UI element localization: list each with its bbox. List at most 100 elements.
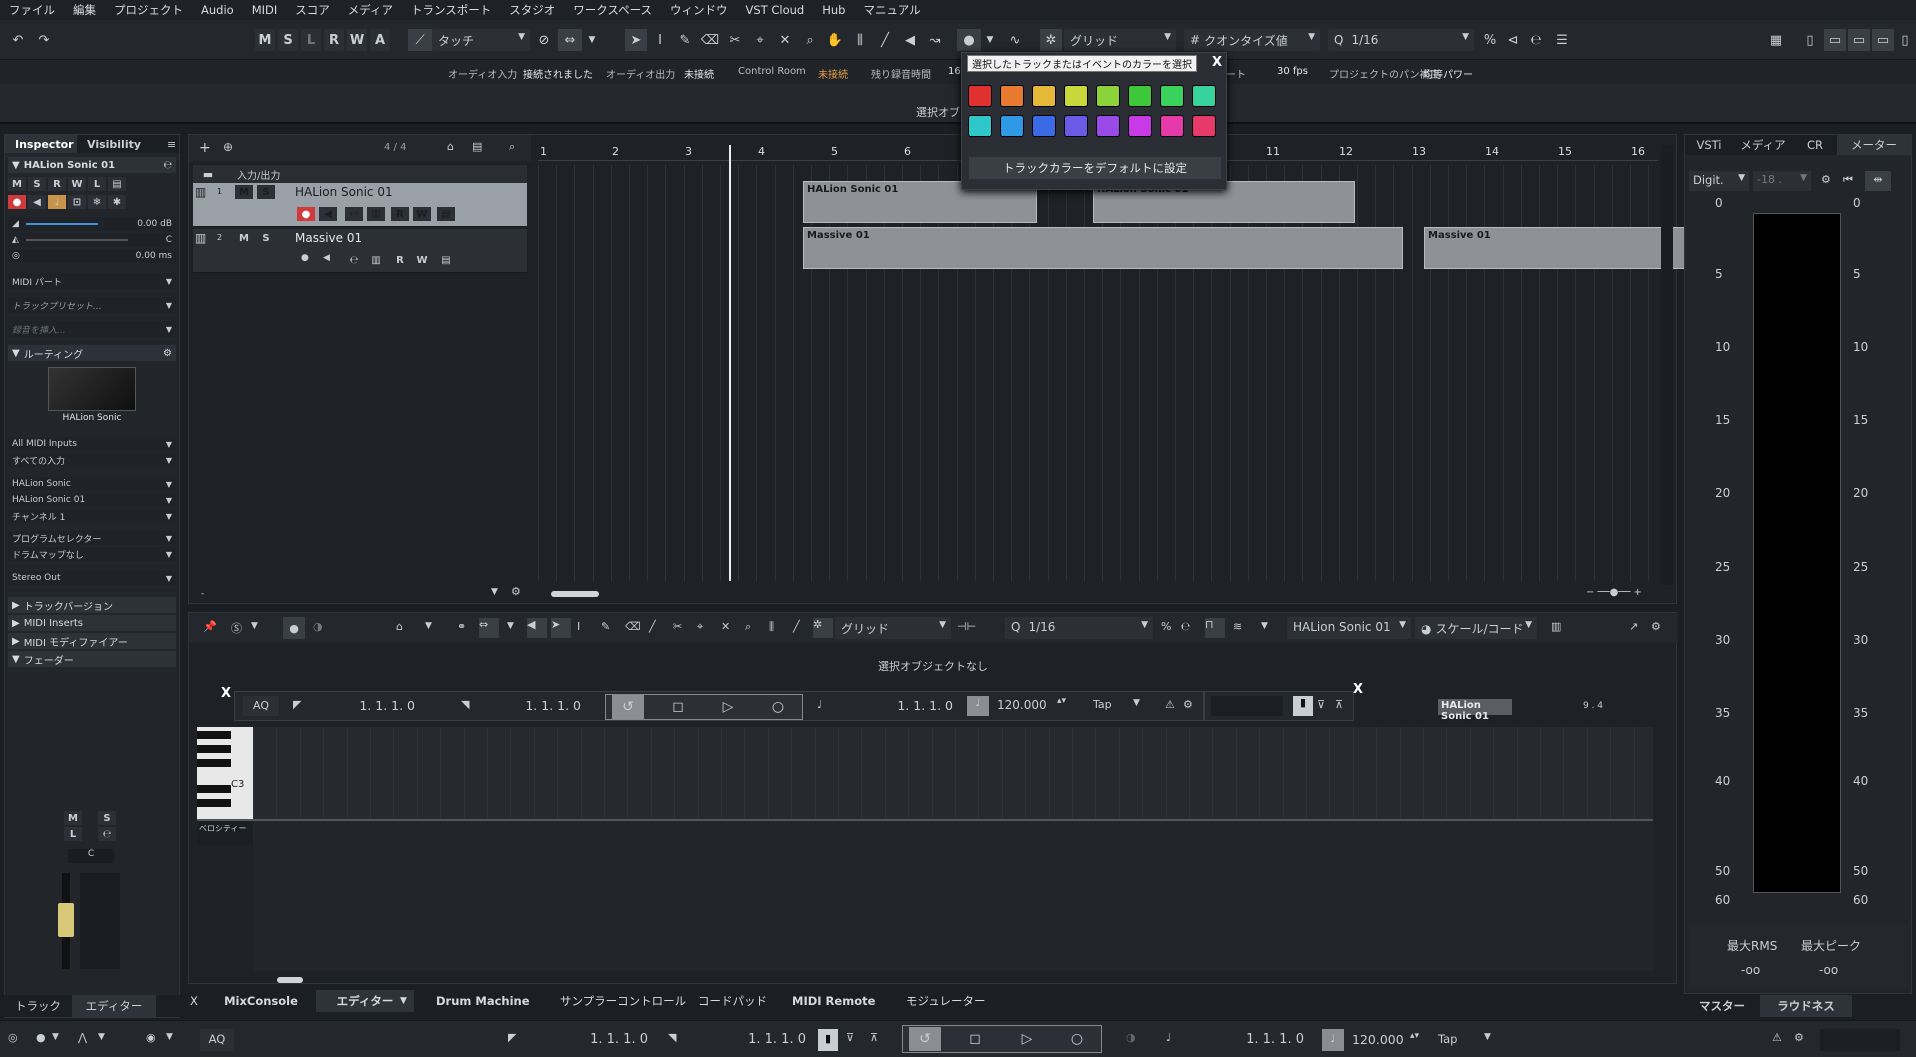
section-track-versions[interactable]: ▶ トラックバージョン bbox=[8, 597, 176, 613]
color-palette-icon[interactable]: ● bbox=[957, 29, 981, 51]
tab-track[interactable]: トラック bbox=[4, 995, 72, 1017]
inspector-solo-button[interactable]: S bbox=[28, 177, 46, 191]
tab-mixconsole[interactable]: MixConsole bbox=[210, 990, 312, 1012]
close-lower-zone-button[interactable]: X bbox=[190, 990, 204, 1012]
pin-icon[interactable]: 📌 bbox=[203, 620, 217, 633]
track-visibility-icon[interactable]: ⌂ bbox=[447, 140, 454, 153]
automation-mode-icon[interactable]: ⟋ bbox=[408, 29, 432, 51]
tab-inspector[interactable]: Inspector bbox=[5, 135, 77, 153]
audio-rec-arrow[interactable]: ▼ bbox=[98, 1032, 105, 1042]
tap-tempo-button[interactable]: Tap bbox=[1093, 698, 1112, 711]
quantize-type-dropdown[interactable]: # クオンタイズ値 ▼ bbox=[1184, 29, 1320, 51]
auto-quantize-icon[interactable]: ℮ bbox=[1181, 620, 1190, 633]
black-key[interactable] bbox=[197, 745, 231, 753]
right-locator-icon[interactable]: ◥ bbox=[668, 1031, 676, 1044]
solo-editor-arrow[interactable]: ▼ bbox=[251, 621, 258, 631]
playhead[interactable] bbox=[729, 145, 731, 581]
color-swatch[interactable] bbox=[1064, 115, 1088, 137]
performance-icon[interactable]: ◎ bbox=[8, 1031, 18, 1044]
punch-lock-icon[interactable]: ▮ bbox=[818, 1029, 838, 1051]
track-keyboard-icon[interactable]: ▥ bbox=[367, 207, 385, 221]
menu-item[interactable]: トランスポート bbox=[402, 2, 500, 18]
snap-icon[interactable]: ✲ bbox=[1040, 29, 1062, 51]
midi-input-dropdown[interactable]: All MIDI Inputs ▼ bbox=[8, 437, 176, 451]
fader-mute-button[interactable]: M bbox=[64, 811, 82, 825]
scissors-icon[interactable]: ✂ bbox=[673, 620, 682, 633]
routing-section-header[interactable]: ▼ ルーティング ⚙ bbox=[8, 345, 176, 361]
color-swatch[interactable] bbox=[1128, 115, 1152, 137]
record-time-value[interactable]: 16 bbox=[948, 66, 961, 77]
color-swatch[interactable] bbox=[1032, 115, 1056, 137]
fader-track[interactable] bbox=[58, 873, 74, 969]
menu-item[interactable]: スコア bbox=[286, 2, 339, 18]
program-selector-dropdown[interactable]: プログラムセレクター ▼ bbox=[8, 531, 176, 545]
all-inputs-dropdown[interactable]: すべての入力 ▼ bbox=[8, 453, 176, 467]
write-button[interactable]: W bbox=[347, 29, 367, 51]
auto-quantize-icon[interactable]: ℮ bbox=[1526, 29, 1546, 51]
track-name[interactable]: Massive 01 bbox=[295, 231, 362, 245]
track-search-icon[interactable]: ⌕ bbox=[509, 140, 515, 154]
meter-reference-dropdown[interactable]: -18 . ▼ bbox=[1753, 171, 1811, 191]
tempo-value[interactable]: 120.000 bbox=[997, 696, 1057, 716]
scale-dropdown[interactable]: ◕ スケール/コード ▼ bbox=[1415, 617, 1537, 639]
menu-item[interactable]: プロジェクト bbox=[105, 2, 192, 18]
transport-position-value[interactable]: 1. 1. 1. 0 bbox=[1186, 1029, 1304, 1051]
record-enable-icon[interactable]: ● bbox=[8, 195, 26, 209]
track-halion[interactable]: ▥ 1 M S HALion Sonic 01 ● ◀ ℮ ▥ R W ▤ bbox=[193, 183, 527, 227]
tab-sampler-control[interactable]: サンプラーコントロール bbox=[560, 990, 686, 1012]
sync-icon[interactable]: ◑ bbox=[1126, 1031, 1136, 1044]
solo-button[interactable]: S bbox=[278, 29, 298, 51]
punch-in-icon[interactable]: ⊽ bbox=[846, 1031, 854, 1044]
folder-track[interactable]: ▬ 入力/出力 bbox=[193, 165, 527, 183]
metronome-settings-icon[interactable]: ⚙ bbox=[1794, 1031, 1804, 1044]
keyboard-icon[interactable]: ▦ bbox=[1766, 29, 1786, 51]
comp-tool-icon[interactable]: ⫼ bbox=[850, 29, 870, 51]
tab-visibility[interactable]: Visibility bbox=[77, 138, 149, 151]
color-swatch[interactable] bbox=[1096, 115, 1120, 137]
cycle-icon[interactable]: ↺ bbox=[612, 695, 644, 719]
open-window-icon[interactable]: ↗ bbox=[1629, 620, 1638, 633]
snap-mode-arrow[interactable]: ▼ bbox=[585, 29, 599, 51]
iterative-quantize-icon[interactable]: % bbox=[1161, 620, 1171, 633]
track-mute-button[interactable]: M bbox=[235, 185, 253, 199]
warp-tool-icon[interactable]: ↝ bbox=[925, 29, 945, 51]
zoom-slider[interactable]: − ──●── + bbox=[1586, 587, 1666, 599]
pencil-icon[interactable]: ✎ bbox=[675, 29, 695, 51]
tempo-track-icon[interactable]: ♩ bbox=[967, 696, 989, 716]
right-locator-icon[interactable]: ◥ bbox=[461, 698, 469, 711]
inspector-menu-icon[interactable]: ≡ bbox=[167, 138, 176, 151]
left-locator-icon[interactable]: ◤ bbox=[293, 698, 301, 711]
monitor-icon[interactable]: ◀ bbox=[28, 195, 46, 209]
metronome-icon[interactable]: ⚠ bbox=[1772, 1031, 1782, 1044]
play-tool-icon[interactable]: ◀ bbox=[900, 29, 920, 51]
track-record-icon[interactable]: ● bbox=[301, 253, 309, 263]
grid-type-dropdown[interactable]: グリッド ▼ bbox=[1064, 29, 1176, 51]
track-list-menu-icon[interactable]: ▤ bbox=[472, 140, 482, 153]
menu-item[interactable]: ウィンドウ bbox=[661, 2, 737, 18]
automation-button[interactable]: A bbox=[370, 29, 390, 51]
tab-master[interactable]: マスター bbox=[1684, 995, 1760, 1017]
mute-button[interactable]: M bbox=[255, 29, 275, 51]
marker-field[interactable] bbox=[1211, 696, 1283, 716]
record-mode-icon[interactable]: ● bbox=[36, 1031, 46, 1044]
auto-quantize-button[interactable]: AQ bbox=[243, 696, 279, 716]
pan-law-value[interactable]: 均等パワー bbox=[1423, 66, 1473, 81]
track-list-scroll-icon[interactable]: ▼ bbox=[491, 587, 498, 597]
instrument-thumbnail[interactable] bbox=[48, 367, 136, 411]
listen-button[interactable]: L bbox=[301, 29, 321, 51]
inspector-listen-button[interactable]: L bbox=[88, 177, 106, 191]
snap-mode-icon[interactable]: ⇔ bbox=[479, 618, 499, 638]
tab-modulator[interactable]: モジュレーター bbox=[906, 990, 985, 1012]
editor-grid-dropdown[interactable]: グリッド ▼ bbox=[835, 617, 951, 639]
vertical-zoom-bar[interactable] bbox=[1661, 145, 1673, 585]
visibility-arrow[interactable]: ▼ bbox=[425, 621, 432, 631]
record-icon[interactable]: ○ bbox=[1061, 1027, 1093, 1051]
link-icon[interactable]: ⊘ bbox=[534, 29, 554, 51]
inspector-read-button[interactable]: R bbox=[48, 177, 66, 191]
tab-meter[interactable]: メーター bbox=[1837, 135, 1911, 155]
piano-keyboard[interactable]: C3 bbox=[197, 727, 253, 819]
tab-drum-machine[interactable]: Drum Machine bbox=[436, 990, 530, 1012]
volume-slider[interactable] bbox=[26, 223, 98, 225]
snap-arrow[interactable]: ▼ bbox=[507, 621, 514, 631]
inspector-write-button[interactable]: W bbox=[68, 177, 86, 191]
